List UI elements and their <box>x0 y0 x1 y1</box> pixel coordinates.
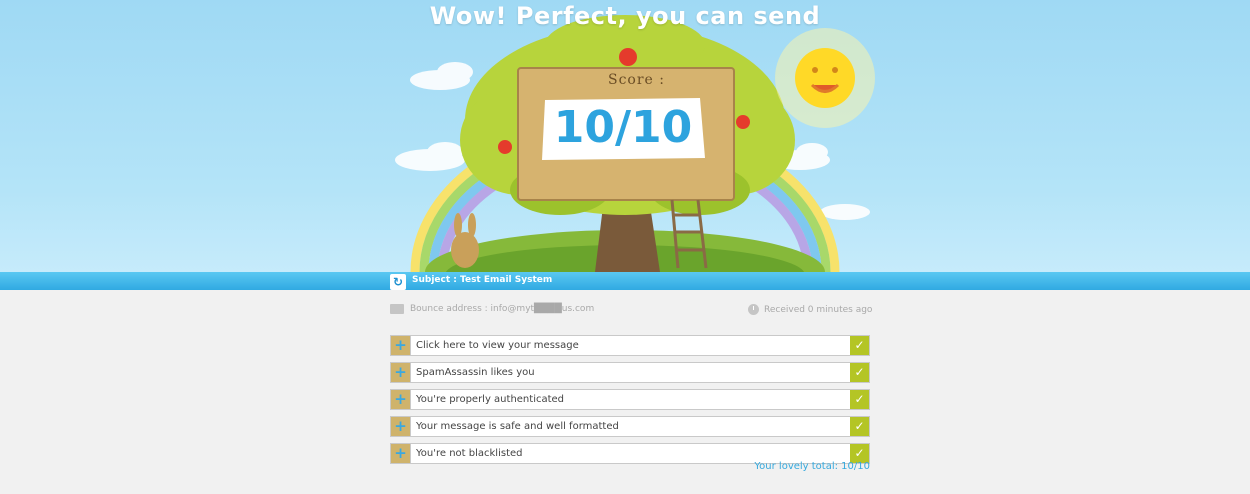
check-icon: ✓ <box>850 390 869 409</box>
check-label: SpamAssassin likes you <box>416 367 535 378</box>
check-row-spamassassin[interactable]: + SpamAssassin likes you ✓ <box>390 362 870 383</box>
score-hero: Wow! Perfect, you can send Score : 10/10 <box>0 0 1250 272</box>
bounce-address: Bounce address : info@myt████us.com <box>390 304 594 314</box>
check-row-formatting[interactable]: + Your message is safe and well formatte… <box>390 416 870 437</box>
mail-icon <box>390 304 404 314</box>
score-value: 10/10 <box>553 102 693 153</box>
clock-icon <box>748 304 759 315</box>
check-label: You're properly authenticated <box>416 394 565 405</box>
plus-icon[interactable]: + <box>391 390 411 409</box>
email-subject: Subject : Test Email System <box>412 275 553 285</box>
plus-icon[interactable]: + <box>391 417 411 436</box>
check-label: Your message is safe and well formatted <box>416 421 619 432</box>
check-label: Click here to view your message <box>416 340 579 351</box>
check-icon: ✓ <box>850 336 869 355</box>
result-headline: Wow! Perfect, you can send <box>429 2 821 30</box>
check-row-view-message[interactable]: + Click here to view your message ✓ <box>390 335 870 356</box>
score-label: Score : <box>608 72 666 88</box>
check-list: + Click here to view your message ✓ + Sp… <box>390 335 870 470</box>
subject-bar <box>0 272 1250 290</box>
check-row-authentication[interactable]: + You're properly authenticated ✓ <box>390 389 870 410</box>
total-score: Your lovely total: 10/10 <box>754 461 870 472</box>
plus-icon[interactable]: + <box>391 336 411 355</box>
bounce-address-text: Bounce address : info@myt████us.com <box>410 304 595 314</box>
plus-icon[interactable]: + <box>391 363 411 382</box>
plus-icon[interactable]: + <box>391 444 411 463</box>
check-icon: ✓ <box>850 363 869 382</box>
received-time-text: Received 0 minutes ago <box>764 304 873 315</box>
refresh-icon[interactable]: ↻ <box>390 274 406 290</box>
check-icon: ✓ <box>850 417 869 436</box>
received-time: Received 0 minutes ago <box>748 304 872 315</box>
